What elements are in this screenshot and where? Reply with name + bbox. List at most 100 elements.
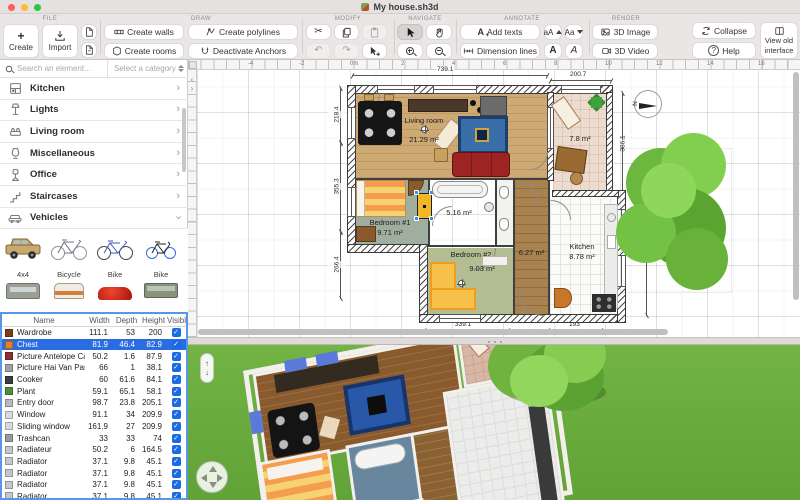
selection-handle[interactable] — [414, 190, 419, 195]
window[interactable] — [348, 188, 355, 216]
table-row-radiator[interactable]: Radiator 37.1 9.8 45.1 ✓ — [2, 467, 186, 479]
italic-button[interactable]: A — [565, 43, 583, 59]
sidebar-collapse-handle[interactable]: ‹ › — [188, 72, 196, 98]
arrow-up-icon[interactable]: ↑ — [205, 360, 209, 368]
dimension-lines-button[interactable]: Dimension lines — [460, 43, 540, 59]
window[interactable] — [548, 108, 553, 148]
visible-checkbox[interactable]: ✓ — [172, 398, 181, 407]
table-row-picture-antelope-can[interactable]: Picture Antelope Can... 50.2 1.6 87.9 ✓ — [2, 350, 186, 362]
visible-checkbox[interactable]: ✓ — [172, 387, 181, 396]
table-row-trashcan[interactable]: Trashcan 33 33 74 ✓ — [2, 432, 186, 444]
stove[interactable] — [592, 294, 616, 312]
table-row-radiator[interactable]: Radiator 37.1 9.8 45.1 ✓ — [2, 491, 186, 500]
visible-checkbox[interactable]: ✓ — [172, 434, 181, 443]
table-row-radiator[interactable]: Radiator 37.1 9.8 45.1 ✓ — [2, 479, 186, 491]
elevation-control[interactable]: ↑ ↓ — [200, 353, 214, 383]
visible-checkbox[interactable]: ✓ — [172, 457, 181, 466]
anchor-icon[interactable] — [421, 126, 428, 133]
collapse-button[interactable]: Collapse — [692, 22, 756, 39]
table-row-sliding-window[interactable]: Sliding window 161.9 27 209.9 ✓ — [2, 421, 186, 433]
plan-2d-view[interactable]: -4-20m246810121416 ‹ › 739.1 200.7 218.4… — [188, 60, 800, 337]
undo-button[interactable]: ↶ — [306, 43, 331, 59]
visible-checkbox[interactable]: ✓ — [172, 422, 181, 431]
vehicle-thumb-sports-car[interactable] — [92, 283, 138, 300]
visible-checkbox[interactable]: ✓ — [172, 340, 181, 349]
table-row-plant[interactable]: Plant 59.1 65.1 58.1 ✓ — [2, 385, 186, 397]
redo-button[interactable]: ↷ — [334, 43, 359, 59]
column-name[interactable]: Name — [2, 316, 86, 325]
visible-checkbox[interactable]: ✓ — [172, 469, 181, 478]
column-width[interactable]: Width — [86, 316, 113, 325]
kitchen-table[interactable] — [554, 288, 572, 308]
catalog-item-bike[interactable]: Bike — [138, 229, 184, 279]
visible-checkbox[interactable]: ✓ — [172, 410, 181, 419]
speaker[interactable] — [470, 100, 476, 106]
render-3d-video-button[interactable]: 3D Video — [592, 43, 658, 59]
dpad-left-icon[interactable] — [201, 474, 207, 482]
window[interactable] — [562, 86, 600, 93]
pan-hand-button[interactable] — [426, 24, 452, 40]
copy-button[interactable] — [334, 24, 359, 40]
bidet[interactable] — [499, 218, 509, 231]
view-old-interface-button[interactable]: View old interface — [760, 22, 798, 59]
deactivate-anchors-button[interactable]: Deactivate Anchors — [188, 43, 298, 59]
visible-checkbox[interactable]: ✓ — [172, 328, 181, 337]
window[interactable] — [434, 86, 476, 93]
table-row-wardrobe[interactable]: Wardrobe 111.1 53 200 ✓ — [2, 327, 186, 339]
vehicle-thumb-caravan[interactable] — [46, 283, 92, 300]
sidebar-item-office[interactable]: Office › — [0, 164, 188, 186]
sidebar-item-kitchen[interactable]: Kitchen › — [0, 78, 188, 100]
cut-button[interactable]: ✂ — [306, 24, 331, 40]
dining-chair[interactable] — [364, 94, 374, 101]
visible-checkbox[interactable]: ✓ — [172, 480, 181, 489]
select-pointer-button[interactable] — [397, 24, 423, 40]
add-to-selection-button[interactable] — [362, 43, 387, 59]
search-box[interactable] — [0, 60, 108, 77]
import-button[interactable]: Import — [42, 24, 78, 58]
bold-button[interactable]: A — [544, 43, 562, 59]
vehicle-thumb-coach[interactable] — [138, 283, 184, 300]
terrace-chair[interactable] — [570, 172, 583, 185]
table-row-picture-hai-van-pass[interactable]: Picture Hai Van Pass 66 1 38.1 ✓ — [2, 362, 186, 374]
sidebar-item-vehicles[interactable]: Vehicles › — [0, 208, 188, 230]
add-texts-button[interactable]: A Add texts — [460, 24, 540, 40]
visible-checkbox[interactable]: ✓ — [172, 492, 181, 500]
catalog-item-4x4[interactable]: 4x4 — [0, 229, 46, 279]
plan-horizontal-scrollbar[interactable] — [198, 329, 668, 335]
export-plan-button[interactable] — [81, 42, 97, 58]
view-3d[interactable]: ↑ ↓ — [188, 345, 800, 500]
column-depth[interactable]: Depth — [113, 316, 140, 325]
dpad-up-icon[interactable] — [209, 466, 217, 472]
sliding-window[interactable] — [440, 315, 480, 322]
side-chair[interactable] — [434, 148, 448, 162]
toilet[interactable] — [499, 186, 509, 199]
dpad-right-icon[interactable] — [217, 474, 223, 482]
tree[interactable] — [616, 128, 736, 298]
sidebar-item-miscellaneous[interactable]: Miscellaneous › — [0, 143, 188, 165]
visible-checkbox[interactable]: ✓ — [172, 375, 181, 384]
selection-handle[interactable] — [414, 216, 419, 221]
column-height[interactable]: Height — [140, 316, 167, 325]
catalog-item-bicycle[interactable]: Bicycle — [46, 229, 92, 279]
dpad-down-icon[interactable] — [209, 482, 217, 488]
create-polylines-button[interactable]: Create polylines — [188, 24, 298, 40]
table-row-radiator[interactable]: Radiator 37.1 9.8 45.1 ✓ — [2, 456, 186, 468]
window[interactable] — [378, 86, 414, 93]
table-row-entry-door[interactable]: Entry door 98.7 23.8 205.1 ✓ — [2, 397, 186, 409]
help-button[interactable]: ? Help — [692, 42, 756, 59]
table-row-chest[interactable]: Chest 81.9 46.4 82.9 ✓ — [2, 339, 186, 351]
search-input[interactable] — [17, 64, 103, 73]
visible-checkbox[interactable]: ✓ — [172, 352, 181, 361]
plan-corner-button[interactable] — [189, 61, 197, 69]
column-visible[interactable]: Visible — [167, 316, 188, 325]
category-select[interactable]: Select a category — [108, 64, 188, 73]
sidebar-item-lights[interactable]: Lights › — [0, 100, 188, 122]
render-3d-image-button[interactable]: 3D Image — [592, 24, 658, 40]
selection-handle[interactable] — [429, 216, 434, 221]
table-row-window[interactable]: Window 91.1 34 209.9 ✓ — [2, 409, 186, 421]
increase-text-size-button[interactable]: aA — [544, 24, 562, 40]
tv-unit[interactable] — [480, 96, 507, 116]
table-row-radiateur[interactable]: Radiateur 50.2 6 164.5 ✓ — [2, 444, 186, 456]
create-walls-button[interactable]: Create walls — [104, 24, 184, 40]
sidebar-item-living-room[interactable]: Living room › — [0, 121, 188, 143]
